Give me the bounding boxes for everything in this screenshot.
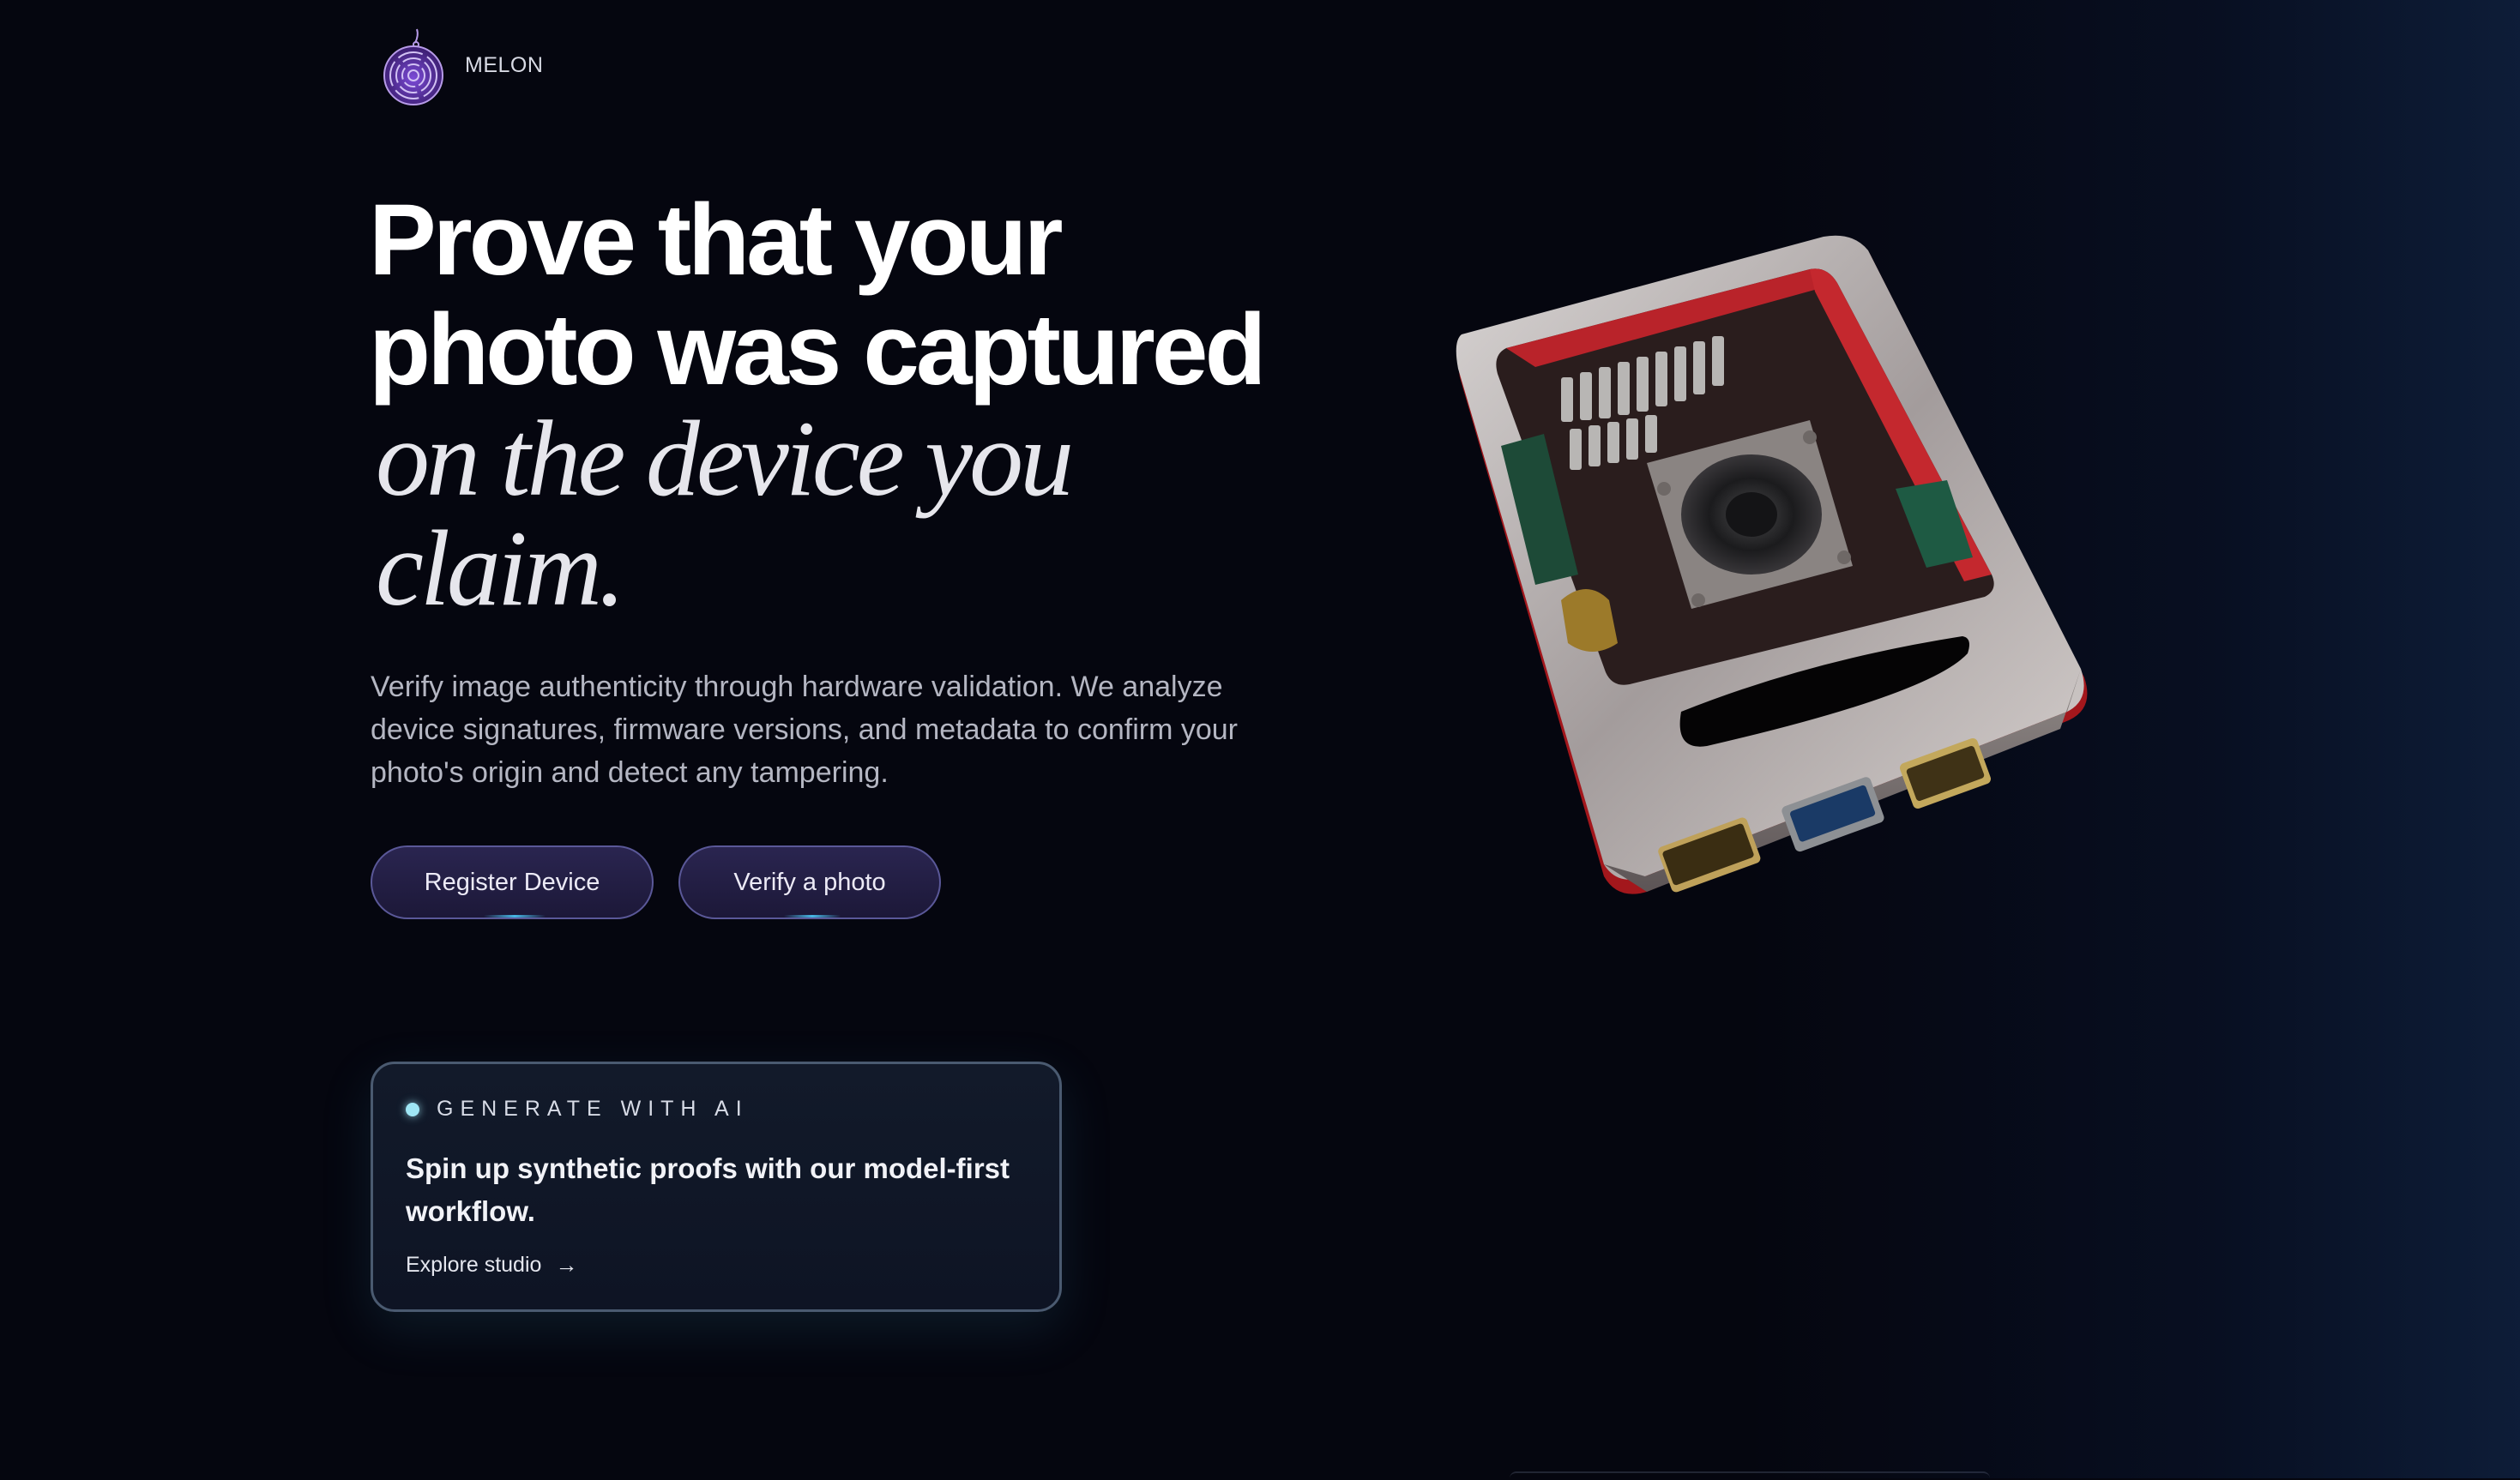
raspberry-pi-case-3d-model <box>1456 235 2088 894</box>
device-3d-model[interactable] <box>1450 232 2119 900</box>
register-device-button[interactable]: Register Device <box>371 845 654 919</box>
verify-photo-button[interactable]: Verify a photo <box>678 845 941 919</box>
hero-heading-line-4: claim. <box>376 509 625 629</box>
hero-subtitle: Verify image authenticity through hardwa… <box>371 671 1239 789</box>
ai-card-eyebrow-label: GENERATE WITH AI <box>437 1097 749 1121</box>
explore-studio-label: Explore studio <box>406 1253 542 1277</box>
hero-heading-line-2: photo was captured <box>369 293 1267 406</box>
brand[interactable]: MELON <box>381 24 543 106</box>
brand-name: MELON <box>465 52 544 77</box>
generate-with-ai-card[interactable]: GENERATE WITH AI Spin up synthetic proof… <box>371 1062 1062 1312</box>
section-divider <box>1510 1471 1990 1480</box>
explore-studio-link[interactable]: Explore studio → <box>406 1252 577 1278</box>
maze-melon-icon <box>383 28 443 105</box>
ai-card-title: Spin up synthetic proofs with our model-… <box>406 1152 1010 1227</box>
hero-heading: Prove that your photo was captured on th… <box>369 185 1312 624</box>
arrow-right-icon: → <box>555 1252 578 1278</box>
ai-card-eyebrow: GENERATE WITH AI <box>406 1097 1027 1122</box>
hero-heading-line-3: on the device you <box>376 400 1074 519</box>
status-dot-icon <box>406 1102 419 1116</box>
hero-heading-line-1: Prove that your <box>369 183 1064 297</box>
